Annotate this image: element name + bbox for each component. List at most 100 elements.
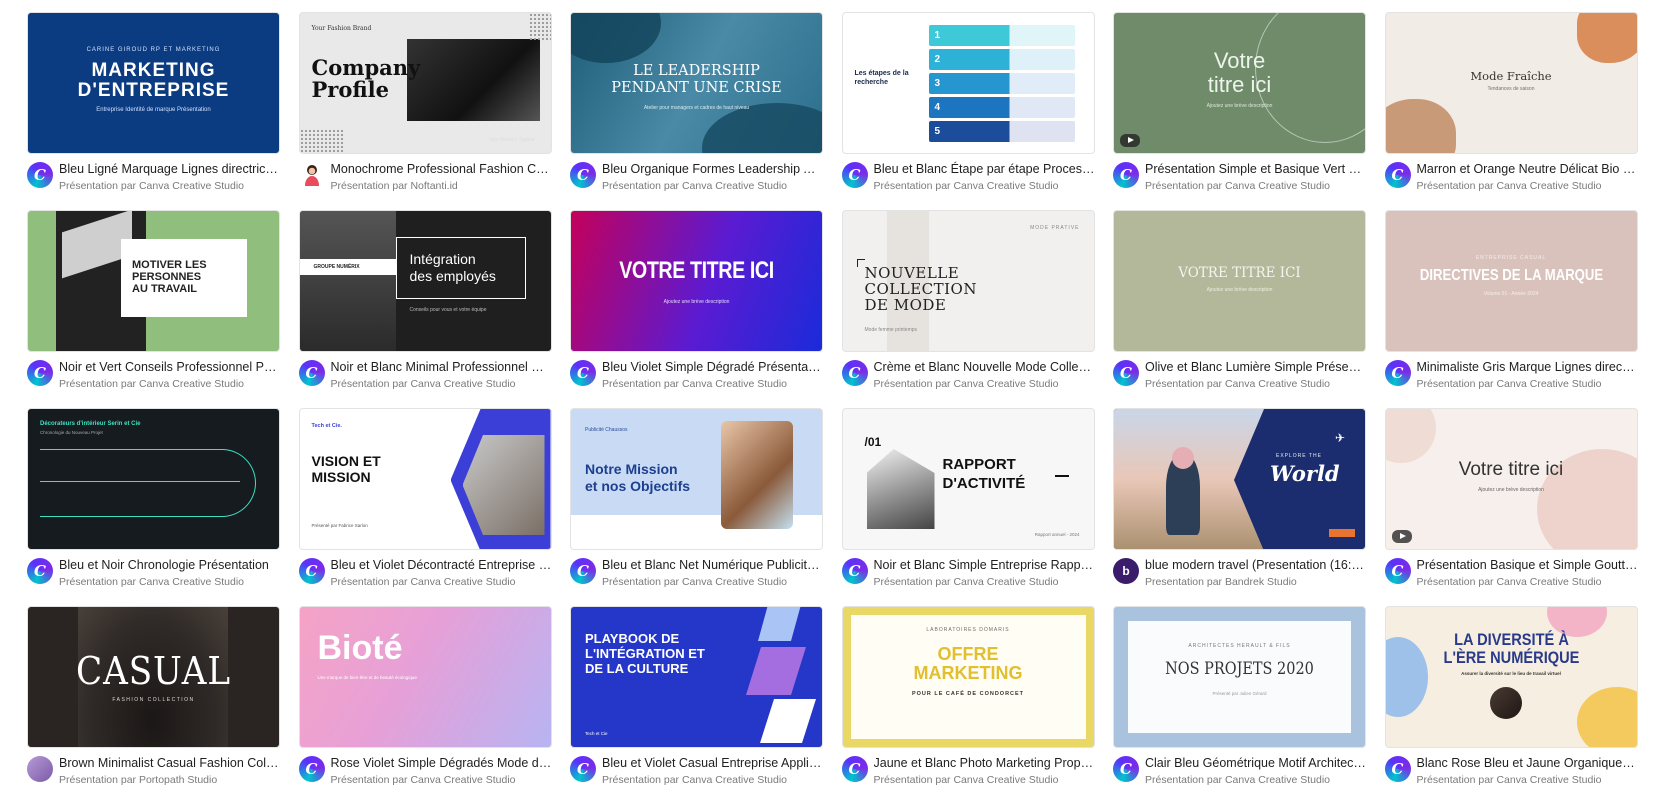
canva-logo-icon: C — [27, 162, 53, 188]
template-card[interactable]: PLAYBOOK DE L'INTÉGRATION ET DE LA CULTU… — [570, 606, 823, 789]
template-thumbnail[interactable]: VOTRE TITRE ICI Ajoutez une brève descri… — [1113, 210, 1366, 352]
template-thumbnail[interactable]: ENTREPRISE CASUAL DIRECTIVES DE LA MARQU… — [1384, 210, 1638, 352]
thumb-heading: Intégration des employés — [409, 251, 496, 284]
thumb-timeline — [40, 449, 256, 517]
template-card[interactable]: ENTREPRISE CASUAL DIRECTIVES DE LA MARQU… — [1384, 210, 1638, 393]
template-card[interactable]: Bioté Une marque de bien-être et de beau… — [298, 606, 552, 789]
template-card[interactable]: Tech et Cie. VISION ET MISSION Présenté … — [298, 408, 552, 591]
template-card[interactable]: Décorateurs d'intérieur Serin et Cie Chr… — [27, 408, 280, 591]
template-title[interactable]: Noir et Blanc Minimal Professionnel Pré.… — [331, 359, 552, 375]
template-card[interactable]: ARCHITECTES HERAULT & FILS NOS PROJETS 2… — [1113, 606, 1366, 789]
template-thumbnail[interactable]: Votre titre ici Ajoutez une brève descri… — [1384, 408, 1638, 550]
thumb-heading: MOTIVER LES PERSONNES AU TRAVAIL — [132, 259, 207, 295]
author-avatar — [298, 162, 325, 188]
thumb-heading: Décorateurs d'intérieur Serin et Cie — [40, 421, 141, 427]
template-thumbnail[interactable]: Les étapes de la recherche 1 2 3 4 5 — [841, 12, 1095, 154]
template-title[interactable]: Noir et Blanc Simple Entreprise Rapport.… — [874, 557, 1095, 573]
template-title[interactable]: Monochrome Professional Fashion Com... — [331, 161, 552, 177]
card-meta: C Rose Violet Simple Dégradés Mode de vi… — [298, 755, 552, 789]
thumb-kicker: /01 — [864, 435, 882, 449]
template-card[interactable]: CARINE GIROUD RP ET MARKETING MARKETING … — [27, 12, 280, 195]
template-title[interactable]: Clair Bleu Géométrique Motif Architect..… — [1145, 755, 1366, 771]
template-card[interactable]: Votre titre ici Ajoutez une brève descri… — [1384, 408, 1638, 591]
template-thumbnail[interactable]: /01 RAPPORT D'ACTIVITÉ Rapport annuel - … — [841, 408, 1095, 550]
template-thumbnail[interactable]: LABORATOIRES DOMARIS OFFRE MARKETING POU… — [841, 606, 1095, 748]
template-card[interactable]: LABORATOIRES DOMARIS OFFRE MARKETING POU… — [841, 606, 1095, 789]
template-title[interactable]: Rose Violet Simple Dégradés Mode de vi..… — [331, 755, 552, 771]
template-thumbnail[interactable]: CASUAL FASHION COLLECTION — [27, 606, 280, 748]
template-card[interactable]: Les étapes de la recherche 1 2 3 4 5 C B… — [841, 12, 1095, 195]
template-thumbnail[interactable]: MOTIVER LES PERSONNES AU TRAVAIL — [27, 210, 280, 352]
template-thumbnail[interactable]: Mode Fraîche Tendances de saison — [1384, 12, 1638, 154]
template-card[interactable]: Publicité Chaussos Notre Mission et nos … — [570, 408, 823, 591]
template-thumbnail[interactable]: Bioté Une marque de bien-être et de beau… — [298, 606, 552, 748]
template-thumbnail[interactable]: PLAYBOOK DE L'INTÉGRATION ET DE LA CULTU… — [570, 606, 823, 748]
template-thumbnail[interactable]: Votre titre ici Ajoutez une brève descri… — [1113, 12, 1366, 154]
template-thumbnail[interactable]: ARCHITECTES HERAULT & FILS NOS PROJETS 2… — [1113, 606, 1366, 748]
template-title[interactable]: Bleu et Violet Décontracté Entreprise Vi… — [331, 557, 552, 573]
thumb-heading: Bioté — [317, 629, 403, 667]
thumb-sub: Chronologie du Nouveau Projet — [40, 430, 103, 435]
card-meta: Monochrome Professional Fashion Com... Pr… — [298, 161, 552, 195]
template-card[interactable]: LA DIVERSITÉ À L'ÈRE NUMÉRIQUE Assurer l… — [1384, 606, 1638, 789]
template-card[interactable]: /01 RAPPORT D'ACTIVITÉ Rapport annuel - … — [841, 408, 1095, 591]
template-card[interactable]: EXPLORE THE World ✈ b blue modern travel… — [1113, 408, 1366, 591]
thumb-kicker: CARINE GIROUD RP ET MARKETING — [86, 47, 221, 53]
template-thumbnail[interactable]: MODE PRATIVE NOUVELLE COLLECTION DE MODE… — [841, 210, 1095, 352]
template-thumbnail[interactable]: Publicité Chaussos Notre Mission et nos … — [570, 408, 823, 550]
template-card[interactable]: VOTRE TITRE ICI Ajoutez une brève descri… — [570, 210, 823, 393]
template-card[interactable]: VOTRE TITRE ICI Ajoutez une brève descri… — [1113, 210, 1366, 393]
template-thumbnail[interactable]: GROUPE NUMÉRIX Intégration des employés … — [298, 210, 552, 352]
author-avatar — [27, 756, 53, 782]
template-title[interactable]: Bleu Organique Formes Leadership Ateli..… — [602, 161, 823, 177]
template-title[interactable]: Présentation Simple et Basique Vert Go..… — [1145, 161, 1366, 177]
template-title[interactable]: Crème et Blanc Nouvelle Mode Collecti... — [874, 359, 1095, 375]
thumb-heading: LE LEADERSHIP PENDANT UNE CRISE — [611, 63, 782, 96]
template-card[interactable]: LE LEADERSHIP PENDANT UNE CRISE Atelier … — [570, 12, 823, 195]
template-thumbnail[interactable]: LA DIVERSITÉ À L'ÈRE NUMÉRIQUE Assurer l… — [1384, 606, 1638, 748]
template-title[interactable]: Bleu et Noir Chronologie Présentation — [59, 557, 280, 573]
template-title[interactable]: blue modern travel (Presentation (16:9)) — [1145, 557, 1366, 573]
template-title[interactable]: Bleu Violet Simple Dégradé Présentation — [602, 359, 823, 375]
play-icon[interactable] — [1120, 134, 1140, 147]
template-author: Présentation par Canva Creative Studio — [330, 774, 516, 786]
template-thumbnail[interactable]: Your Fashion Brand Company Profile Your … — [298, 12, 552, 154]
template-title[interactable]: Brown Minimalist Casual Fashion Collec..… — [59, 755, 280, 771]
template-thumbnail[interactable]: VOTRE TITRE ICI Ajoutez une brève descri… — [570, 210, 823, 352]
thumb-dash — [1054, 475, 1069, 477]
template-thumbnail[interactable]: EXPLORE THE World ✈ — [1113, 408, 1366, 550]
template-thumbnail[interactable]: Tech et Cie. VISION ET MISSION Présenté … — [298, 408, 552, 550]
template-author: Présentation par Canva Creative Studio — [873, 378, 1059, 390]
template-card[interactable]: MODE PRATIVE NOUVELLE COLLECTION DE MODE… — [841, 210, 1095, 393]
template-thumbnail[interactable]: LE LEADERSHIP PENDANT UNE CRISE Atelier … — [570, 12, 823, 154]
template-card[interactable]: Your Fashion Brand Company Profile Your … — [298, 12, 552, 195]
template-title[interactable]: Noir et Vert Conseils Professionnel Prés… — [59, 359, 280, 375]
template-thumbnail[interactable]: Décorateurs d'intérieur Serin et Cie Chr… — [27, 408, 280, 550]
template-title[interactable]: Présentation Basique et Simple Gouttes .… — [1417, 557, 1638, 573]
template-title[interactable]: Minimaliste Gris Marque Lignes directric… — [1417, 359, 1638, 375]
template-title[interactable]: Bleu et Violet Casual Entreprise Applica… — [602, 755, 823, 771]
canva-logo-icon: C — [1384, 558, 1411, 584]
template-title[interactable]: Olive et Blanc Lumière Simple Présentat.… — [1145, 359, 1366, 375]
template-title[interactable]: Bleu et Blanc Étape par étape Processus.… — [874, 161, 1095, 177]
template-title[interactable]: Bleu et Blanc Net Numérique Publicité P.… — [602, 557, 823, 573]
card-meta: C Blanc Rose Bleu et Jaune Organique For… — [1384, 755, 1638, 789]
template-card[interactable]: MOTIVER LES PERSONNES AU TRAVAIL C Noir … — [27, 210, 280, 393]
template-title[interactable]: Marron et Orange Neutre Délicat Bio Mo..… — [1417, 161, 1638, 177]
thumb-kicker: MODE PRATIVE — [1030, 225, 1080, 231]
thumb-sub: Présenté par Julien Gérard — [1212, 691, 1267, 696]
thumb-sub: Atelier pour managers et cadres de haut … — [643, 105, 750, 111]
template-title[interactable]: Bleu Ligné Marquage Lignes directrices .… — [59, 161, 280, 177]
template-author: Présentation par Canva Creative Studio — [59, 180, 245, 192]
template-card[interactable]: CASUAL FASHION COLLECTION Brown Minimali… — [27, 606, 280, 789]
template-card[interactable]: Votre titre ici Ajoutez une brève descri… — [1113, 12, 1366, 195]
template-title[interactable]: Jaune et Blanc Photo Marketing Proposi..… — [874, 755, 1095, 771]
template-author: Présentation par Canva Creative Studio — [873, 774, 1059, 786]
template-title[interactable]: Blanc Rose Bleu et Jaune Organique For..… — [1417, 755, 1638, 771]
card-meta: C Présentation Simple et Basique Vert Go… — [1113, 161, 1366, 195]
template-thumbnail[interactable]: CARINE GIROUD RP ET MARKETING MARKETING … — [27, 12, 280, 154]
template-grid: CARINE GIROUD RP ET MARKETING MARKETING … — [27, 12, 1638, 789]
template-card[interactable]: Mode Fraîche Tendances de saison C Marro… — [1384, 12, 1638, 195]
play-icon[interactable] — [1391, 530, 1412, 543]
template-card[interactable]: GROUPE NUMÉRIX Intégration des employés … — [298, 210, 552, 393]
